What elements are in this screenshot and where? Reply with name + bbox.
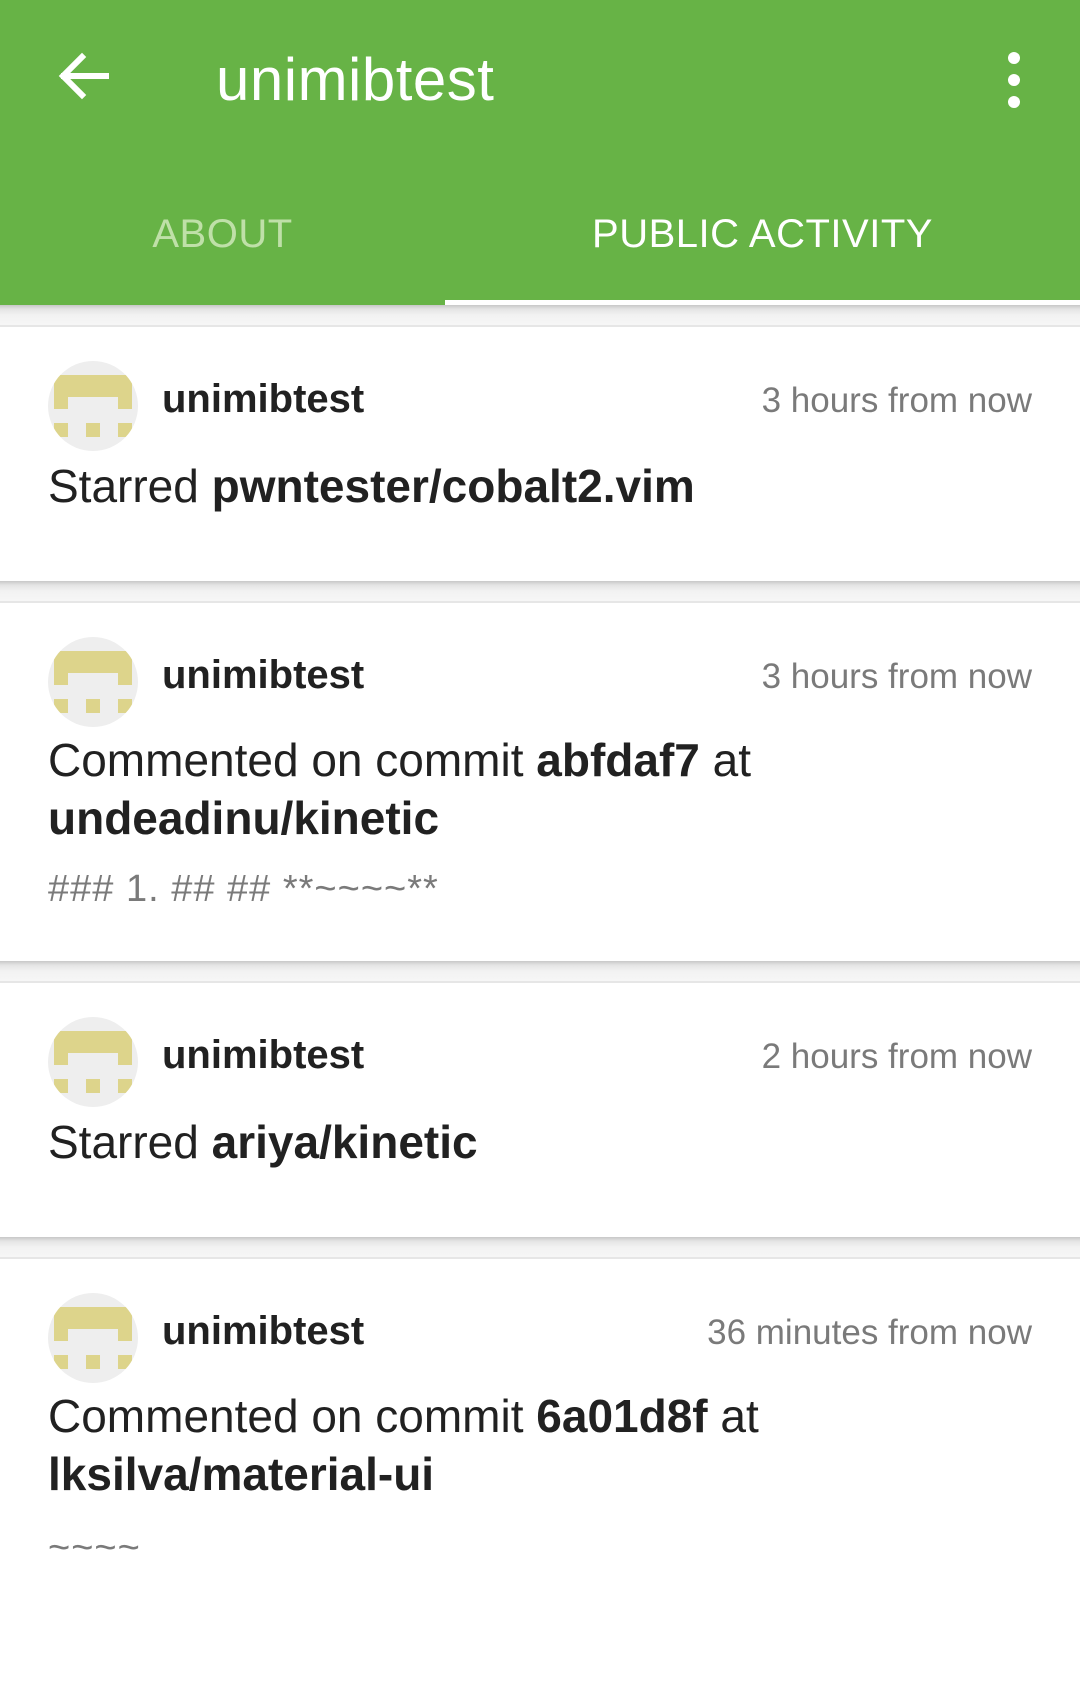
comment-snippet: ~~~~: [48, 1527, 141, 1569]
activity-description: Starred ariya/kinetic: [48, 1113, 1038, 1171]
tab-bar: ABOUT PUBLIC ACTIVITY: [0, 190, 1080, 305]
activity-username[interactable]: unimibtest: [162, 1033, 364, 1078]
activity-time: 3 hours from now: [761, 381, 1032, 420]
repo-link[interactable]: lksilva/material-ui: [48, 1448, 434, 1500]
activity-card[interactable]: unimibtest 3 hours from now Commented on…: [0, 601, 1080, 961]
activity-card[interactable]: unimibtest 2 hours from now Starred ariy…: [0, 981, 1080, 1237]
repo-link[interactable]: pwntester/cobalt2.vim: [212, 460, 695, 512]
activity-description: Commented on commit abfdaf7 at undeadinu…: [48, 731, 1038, 847]
activity-username[interactable]: unimibtest: [162, 1309, 364, 1354]
avatar[interactable]: [48, 361, 138, 451]
app-bar: unimibtest ABOUT PUBLIC ACTIVITY: [0, 0, 1080, 305]
activity-username[interactable]: unimibtest: [162, 377, 364, 422]
activity-time: 2 hours from now: [761, 1037, 1032, 1076]
card-divider: [0, 1237, 1080, 1257]
activity-connector: at: [699, 734, 752, 786]
activity-time: 3 hours from now: [761, 657, 1032, 696]
page-title: unimibtest: [216, 46, 495, 113]
activity-action: Starred: [48, 460, 212, 512]
more-options-button[interactable]: [990, 44, 1038, 116]
card-divider: [0, 581, 1080, 601]
more-vertical-icon: [1008, 52, 1020, 108]
activity-time: 36 minutes from now: [707, 1313, 1032, 1352]
activity-description: Starred pwntester/cobalt2.vim: [48, 457, 1038, 515]
card-divider: [0, 961, 1080, 981]
avatar[interactable]: [48, 1293, 138, 1383]
tab-about[interactable]: ABOUT: [0, 190, 445, 305]
arrow-left-icon: [58, 52, 109, 100]
card-divider: [0, 305, 1080, 325]
comment-snippet: ### 1. ## ## **~~~~**: [48, 868, 439, 910]
back-button[interactable]: [48, 40, 120, 112]
repo-link[interactable]: ariya/kinetic: [212, 1116, 478, 1168]
activity-connector: at: [707, 1390, 759, 1442]
activity-action: Starred: [48, 1116, 212, 1168]
avatar[interactable]: [48, 637, 138, 727]
activity-card[interactable]: unimibtest 3 hours from now Starred pwnt…: [0, 325, 1080, 581]
activity-action: Commented on commit: [48, 1390, 537, 1442]
activity-card[interactable]: unimibtest 36 minutes from now Commented…: [0, 1257, 1080, 1607]
tab-public-activity[interactable]: PUBLIC ACTIVITY: [445, 190, 1080, 305]
activity-description: Commented on commit 6a01d8f at lksilva/m…: [48, 1387, 1038, 1503]
commit-link[interactable]: abfdaf7: [536, 734, 700, 786]
repo-link[interactable]: undeadinu/kinetic: [48, 792, 439, 844]
activity-feed[interactable]: unimibtest 3 hours from now Starred pwnt…: [0, 305, 1080, 1607]
activity-username[interactable]: unimibtest: [162, 653, 364, 698]
avatar[interactable]: [48, 1017, 138, 1107]
activity-action: Commented on commit: [48, 734, 537, 786]
commit-link[interactable]: 6a01d8f: [536, 1390, 707, 1442]
